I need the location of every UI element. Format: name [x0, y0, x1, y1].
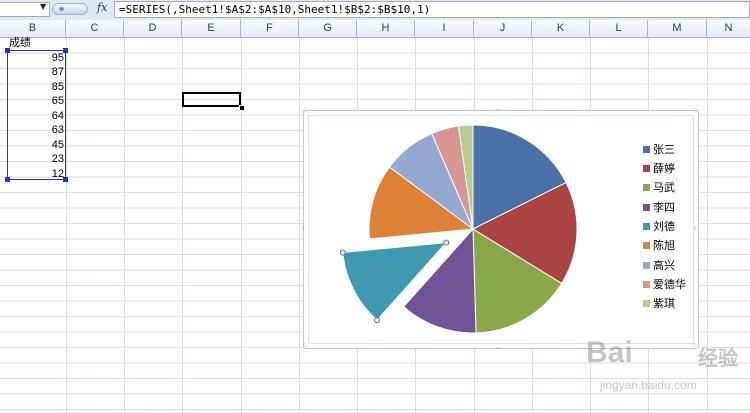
watermark-logo: Bai: [586, 336, 633, 369]
legend-label: 爱德华: [653, 278, 686, 291]
slice-selection-handle[interactable]: [339, 249, 346, 256]
legend-swatch: [643, 165, 650, 172]
legend-label: 马武: [653, 181, 675, 194]
slice-selection-handle[interactable]: [373, 317, 380, 324]
legend-swatch: [643, 204, 650, 211]
legend-label: 薛婷: [653, 162, 675, 175]
legend-swatch: [643, 184, 650, 191]
legend-swatch: [643, 223, 650, 230]
legend-label: 张三: [653, 143, 675, 156]
legend-label: 刘德: [653, 220, 675, 233]
slice-selection-handle[interactable]: [443, 239, 450, 246]
legend-swatch: [643, 262, 650, 269]
legend-label: 陈旭: [653, 239, 675, 252]
legend-label: 紫琪: [653, 297, 675, 310]
legend-swatch: [643, 300, 650, 307]
legend-label: 李四: [653, 201, 675, 214]
legend-swatch: [643, 281, 650, 288]
legend-swatch: [643, 242, 650, 249]
legend-label: 高兴: [653, 259, 675, 272]
legend-swatch: [643, 146, 650, 153]
watermark-jingyan: 经验: [698, 348, 738, 370]
watermark: Bai 经验 jingyan.baidu.com: [580, 330, 750, 410]
watermark-url: jingyan.baidu.com: [600, 378, 697, 392]
